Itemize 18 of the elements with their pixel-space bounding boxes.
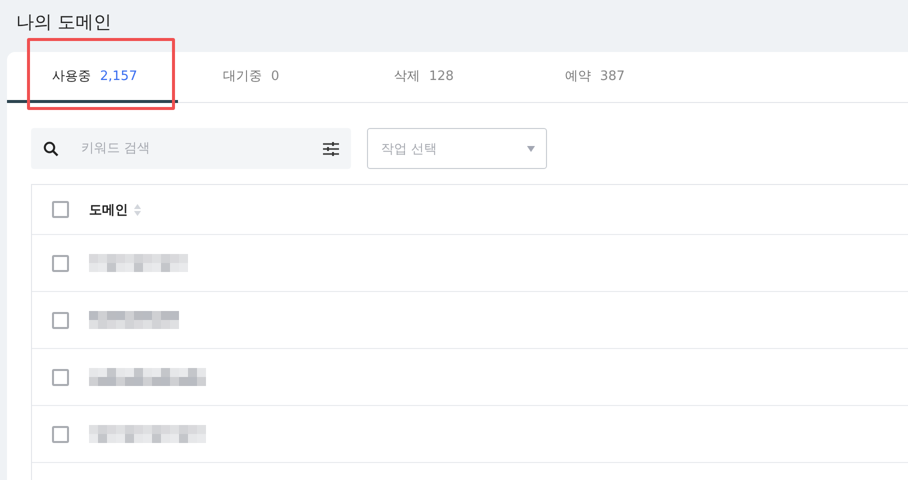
search-input[interactable]: 키워드 검색 bbox=[79, 140, 303, 157]
action-dropdown[interactable]: 작업 선택 bbox=[367, 128, 547, 169]
checkbox[interactable] bbox=[52, 368, 69, 386]
tab[interactable]: 삭제 128 bbox=[349, 52, 520, 103]
page-title: 나의 도메인 bbox=[16, 11, 113, 35]
checkbox[interactable] bbox=[52, 312, 69, 328]
column-header[interactable]: 도메인 bbox=[89, 200, 128, 218]
checkbox[interactable] bbox=[52, 201, 69, 218]
tab[interactable]: 대기중 0 bbox=[178, 52, 349, 103]
tab[interactable]: 사용중 2,157 bbox=[7, 52, 178, 103]
caret-icon bbox=[527, 146, 535, 152]
filter-icon[interactable] bbox=[323, 142, 339, 156]
search-field[interactable]: 키워드 검색 bbox=[31, 128, 351, 169]
sort-icon[interactable] bbox=[134, 204, 141, 216]
tab[interactable]: 예약 387 bbox=[520, 52, 691, 103]
checkbox[interactable] bbox=[52, 426, 69, 442]
search-icon bbox=[43, 140, 59, 156]
checkbox[interactable] bbox=[52, 254, 69, 272]
